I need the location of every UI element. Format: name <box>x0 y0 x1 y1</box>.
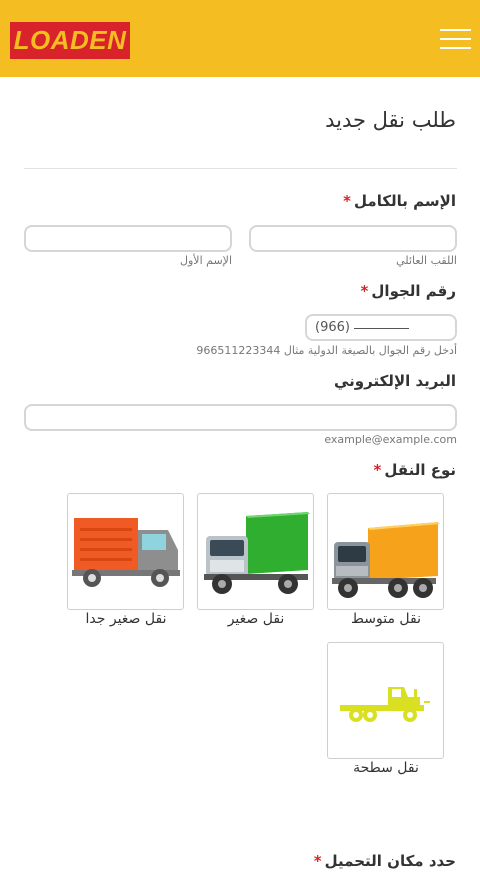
transport-option-label: نقل سطحة <box>353 760 419 776</box>
email-label: البريد الإلكتروني <box>334 372 456 390</box>
email-hint: example@example.com <box>324 433 457 446</box>
transport-option-label: نقل متوسط <box>350 611 421 627</box>
email-input[interactable] <box>24 404 457 431</box>
required-mark: * <box>343 192 352 210</box>
loading-location-label-text: حدد مكان التحميل <box>324 852 456 870</box>
transport-option-small[interactable] <box>197 493 314 610</box>
full-name-label-text: الإسم بالكامل <box>354 192 456 210</box>
full-name-label: الإسم بالكامل* <box>343 192 456 210</box>
transport-option-very-small[interactable] <box>67 493 184 610</box>
transport-type-label: نوع النقل* <box>374 461 456 479</box>
required-mark: * <box>373 461 382 479</box>
last-name-input[interactable] <box>249 225 457 252</box>
phone-label-text: رقم الجوال <box>371 282 456 300</box>
transport-option-flatbed[interactable] <box>327 642 444 759</box>
required-mark: * <box>313 852 322 870</box>
transport-option-label: نقل صغير جدا <box>85 611 167 627</box>
transport-type-label-text: نوع النقل <box>384 461 456 479</box>
top-header: LOADEN <box>0 0 480 77</box>
phone-label: رقم الجوال* <box>361 282 456 300</box>
orange-truck-icon <box>332 522 440 598</box>
flatbed-truck-icon <box>340 687 430 722</box>
last-name-hint: اللقب العائلي <box>396 254 457 267</box>
green-truck-icon <box>204 512 310 594</box>
phone-hint: أدخل رقم الجوال بالصيغة الدولية مثال 966… <box>196 344 457 357</box>
transport-option-label: نقل صغير <box>227 611 285 627</box>
menu-icon[interactable] <box>440 27 471 51</box>
required-mark: * <box>360 282 369 300</box>
red-truck-icon <box>72 518 180 587</box>
phone-number-placeholder <box>353 321 409 329</box>
page-title: طلب نقل جديد <box>325 108 456 132</box>
logo[interactable]: LOADEN <box>10 22 130 59</box>
transport-option-medium[interactable] <box>327 493 444 610</box>
loading-location-label: حدد مكان التحميل* <box>314 852 456 870</box>
phone-country-code: (966) <box>315 320 350 335</box>
divider <box>24 168 457 169</box>
phone-input[interactable]: (966) <box>305 314 457 341</box>
first-name-hint: الإسم الأول <box>180 254 232 267</box>
first-name-input[interactable] <box>24 225 232 252</box>
